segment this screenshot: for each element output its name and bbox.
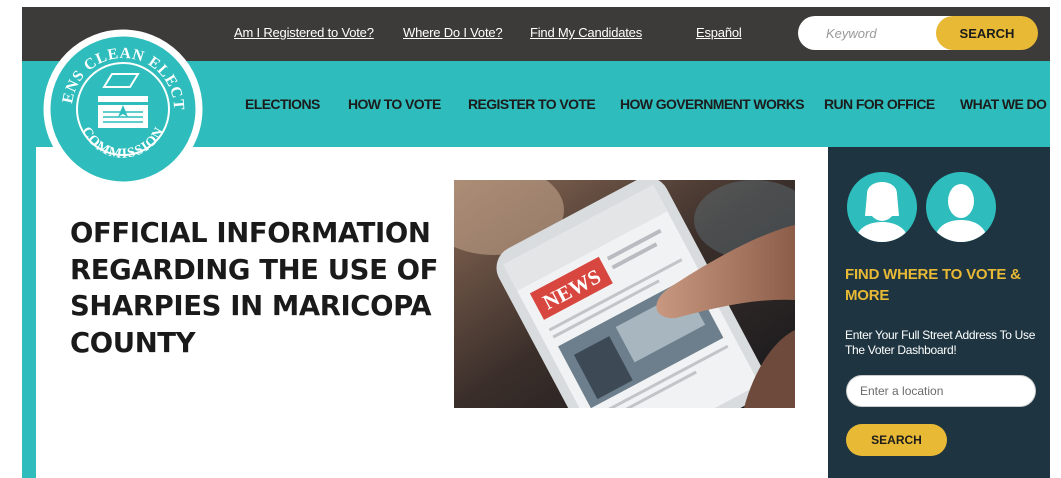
link-find-my-candidates[interactable]: Find My Candidates [530,25,642,40]
location-search-button[interactable]: SEARCH [846,424,947,456]
site-logo[interactable]: CITIZENS CLEAN ELECTIONS COMMISSION [36,3,204,190]
nav-how-to-vote[interactable]: HOW TO VOTE [348,96,441,112]
location-input[interactable] [846,375,1036,407]
keyword-search-button[interactable]: SEARCH [936,16,1038,50]
link-espanol[interactable]: Español [696,25,742,40]
page-headline[interactable]: OFFICIAL INFORMATION REGARDING THE USE O… [70,215,440,361]
left-accent-stripe [22,147,36,478]
link-where-do-i-vote[interactable]: Where Do I Vote? [403,25,503,40]
nav-elections[interactable]: ELECTIONS [245,96,320,112]
female-avatar-icon [847,172,917,242]
link-am-i-registered[interactable]: Am I Registered to Vote? [234,25,374,40]
nav-run-for-office[interactable]: RUN FOR OFFICE [824,96,935,112]
nav-register-to-vote[interactable]: REGISTER TO VOTE [468,96,596,112]
news-smartphone-photo[interactable]: NEWS [454,180,795,408]
voter-dashboard-sidebar: FIND WHERE TO VOTE & MORE Enter Your Ful… [828,147,1050,478]
keyword-search: SEARCH [798,16,1038,50]
nav-what-we-do[interactable]: WHAT WE DO [960,96,1047,112]
nav-how-government-works[interactable]: HOW GOVERNMENT WORKS [620,96,805,112]
keyword-search-input[interactable] [798,16,958,50]
sidebar-description: Enter Your Full Street Address To Use Th… [845,328,1036,357]
sidebar-title: FIND WHERE TO VOTE & MORE [845,266,1021,304]
male-avatar-icon [926,172,996,242]
